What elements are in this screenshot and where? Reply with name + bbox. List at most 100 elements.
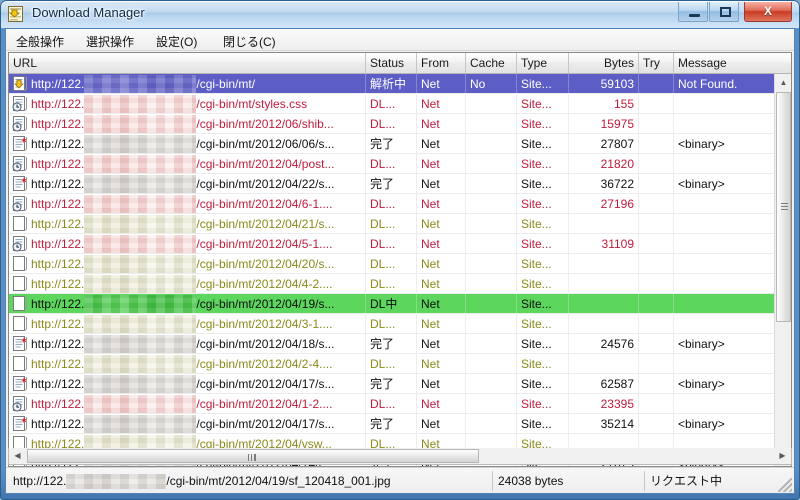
cell-cache xyxy=(466,154,517,174)
cell-url: http://122. /cgi-bin/mt/2012/04/6-1.... xyxy=(9,194,366,214)
doc-plain-icon xyxy=(12,276,28,292)
table-row[interactable]: http://122. /cgi-bin/mt/2012/04/20/s... DL… xyxy=(9,254,775,274)
table-row[interactable]: http://122. /cgi-bin/mt/2012/04/22/s... 完了… xyxy=(9,174,775,194)
cell-bytes xyxy=(569,274,639,294)
cell-cache xyxy=(466,354,517,374)
cell-status: 完了 xyxy=(366,174,417,194)
vertical-scrollbar[interactable]: ▲ ▼ xyxy=(774,74,791,466)
url-prefix: http://122. xyxy=(31,77,85,91)
table-row[interactable]: http://122. /cgi-bin/mt/2012/04/17/s... 完了… xyxy=(9,414,775,434)
url-prefix: http://122. xyxy=(31,217,85,231)
url-path: /cgi-bin/mt/2012/04/22/s... xyxy=(196,177,335,191)
scroll-left-icon[interactable]: ◀ xyxy=(9,448,26,463)
url-path: /cgi-bin/mt/2012/04/4-2.... xyxy=(196,277,333,291)
table-row[interactable]: http://122. /cgi-bin/mt/styles.css DL... Ne… xyxy=(9,94,775,114)
cell-from: Net xyxy=(417,194,466,214)
cell-try xyxy=(639,74,674,94)
cell-message xyxy=(674,314,775,334)
url-redacted-host xyxy=(84,355,197,373)
status-url-prefix: http://122. xyxy=(13,474,67,488)
table-row[interactable]: http://122. /cgi-bin/mt/2012/04/4-2.... DL… xyxy=(9,274,775,294)
cell-url: http://122. /cgi-bin/mt/2012/04/20/s... xyxy=(9,254,366,274)
column-header-cache[interactable]: Cache xyxy=(466,53,517,73)
menu-item-selection[interactable]: 選択操作 xyxy=(82,32,138,51)
doc-clock-icon xyxy=(12,236,28,252)
maximize-button[interactable] xyxy=(709,2,739,22)
window-title: Download Manager xyxy=(32,5,145,20)
column-header-bytes[interactable]: Bytes xyxy=(569,53,639,73)
url-path: /cgi-bin/mt/2012/04/21/s... xyxy=(196,217,335,231)
status-url-redacted xyxy=(66,474,167,489)
column-header-try[interactable]: Try xyxy=(639,53,674,73)
horizontal-scrollbar-thumb[interactable] xyxy=(27,449,479,463)
cell-url: http://122. /cgi-bin/mt/2012/06/06/s... xyxy=(9,134,366,154)
cell-try xyxy=(639,274,674,294)
menu-item-close[interactable]: 閉じる(C) xyxy=(219,32,280,51)
column-header-message[interactable]: Message xyxy=(674,53,791,73)
vertical-scrollbar-thumb[interactable] xyxy=(776,92,791,322)
table-row[interactable]: http://122. /cgi-bin/mt/2012/04/1-2.... DL… xyxy=(9,394,775,414)
table-row[interactable]: http://122. /cgi-bin/mt/2012/04/2-4.... DL… xyxy=(9,354,775,374)
cell-cache xyxy=(466,274,517,294)
cell-from: Net xyxy=(417,334,466,354)
table-row[interactable]: http://122. /cgi-bin/mt/2012/04/post... DL… xyxy=(9,154,775,174)
cell-cache xyxy=(466,394,517,414)
cell-bytes: 27807 xyxy=(569,134,639,154)
doc-plain-icon xyxy=(12,256,28,272)
table-row[interactable]: http://122. /cgi-bin/mt/2012/04/3-1.... DL… xyxy=(9,314,775,334)
url-path: /cgi-bin/mt/2012/04/17/s... xyxy=(196,377,335,391)
horizontal-scrollbar[interactable]: ◀ ▶ xyxy=(8,448,792,465)
close-button[interactable]: X xyxy=(744,2,792,22)
cell-url: http://122. /cgi-bin/mt/2012/04/1-2.... xyxy=(9,394,366,414)
table-row[interactable]: http://122. /cgi-bin/mt/2012/06/shib... DL… xyxy=(9,114,775,134)
cell-url: http://122. /cgi-bin/mt/2012/04/17/s... xyxy=(9,414,366,434)
doc-clock-icon xyxy=(12,156,28,172)
cell-bytes: 15975 xyxy=(569,114,639,134)
cell-from: Net xyxy=(417,174,466,194)
doc-plain-icon xyxy=(12,296,28,312)
url-redacted-host xyxy=(84,215,197,233)
table-row[interactable]: http://122. /cgi-bin/mt/2012/04/5-1.... DL… xyxy=(9,234,775,254)
cell-type: Site... xyxy=(517,94,569,114)
cell-try xyxy=(639,234,674,254)
cell-bytes: 21820 xyxy=(569,154,639,174)
table-row[interactable]: http://122. /cgi-bin/mt/2012/04/18/s... 完了… xyxy=(9,334,775,354)
cell-message xyxy=(674,254,775,274)
column-header-status[interactable]: Status xyxy=(366,53,417,73)
url-prefix: http://122. xyxy=(31,237,85,251)
url-redacted-host xyxy=(84,135,197,153)
cell-status: DL... xyxy=(366,254,417,274)
cell-message: <binary> xyxy=(674,334,775,354)
cell-status: DL... xyxy=(366,194,417,214)
cell-cache xyxy=(466,114,517,134)
table-row[interactable]: http://122. /cgi-bin/mt/2012/06/06/s... 完了… xyxy=(9,134,775,154)
doc-star-icon xyxy=(12,136,28,152)
scroll-right-icon[interactable]: ▶ xyxy=(774,448,791,463)
cell-status: DL... xyxy=(366,234,417,254)
column-header-type[interactable]: Type xyxy=(517,53,569,73)
cell-from: Net xyxy=(417,354,466,374)
cell-bytes: 23395 xyxy=(569,394,639,414)
table-row[interactable]: http://122. /cgi-bin/mt/2012/04/21/s... DL… xyxy=(9,214,775,234)
cell-message xyxy=(674,114,775,134)
table-row[interactable]: http://122. /cgi-bin/mt/2012/04/6-1.... DL… xyxy=(9,194,775,214)
column-header-from[interactable]: From xyxy=(417,53,466,73)
table-row[interactable]: http://122. /cgi-bin/mt/解析中 Net No Site... 59… xyxy=(9,74,775,94)
minimize-button[interactable] xyxy=(678,2,708,22)
cell-type: Site... xyxy=(517,354,569,374)
menu-item-general[interactable]: 全般操作 xyxy=(12,32,68,51)
column-header-url[interactable]: URL xyxy=(9,53,366,73)
url-path: /cgi-bin/mt/2012/04/2-4.... xyxy=(196,357,333,371)
doc-clock-icon xyxy=(12,116,28,132)
doc-star-icon xyxy=(12,416,28,432)
table-row[interactable]: http://122. /cgi-bin/mt/2012/04/19/s... DL… xyxy=(9,294,775,314)
download-list[interactable]: URL Status From Cache Type Bytes Try Message ht… xyxy=(8,52,792,467)
cell-url: http://122. /cgi-bin/mt/ xyxy=(9,74,366,94)
cell-cache xyxy=(466,374,517,394)
scroll-up-icon[interactable]: ▲ xyxy=(775,74,791,91)
resize-grip-icon[interactable] xyxy=(778,478,792,492)
table-row[interactable]: http://122. /cgi-bin/mt/2012/04/17/s... 完了… xyxy=(9,374,775,394)
list-header: URL Status From Cache Type Bytes Try Message xyxy=(9,53,791,74)
menu-item-settings[interactable]: 設定(O) xyxy=(152,32,201,51)
cell-cache xyxy=(466,234,517,254)
